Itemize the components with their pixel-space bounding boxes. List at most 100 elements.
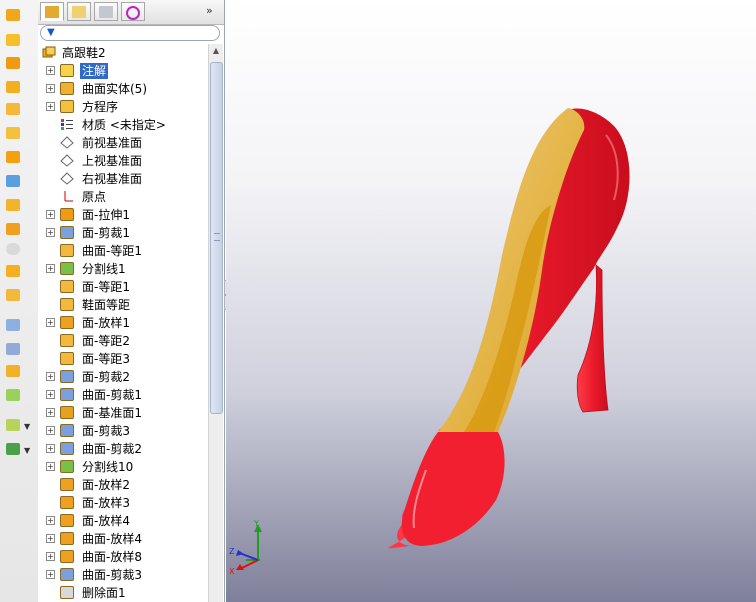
expand-toggle-icon[interactable]: + xyxy=(46,408,55,417)
expand-toggle-icon[interactable]: + xyxy=(46,318,55,327)
tree-item[interactable]: 鞋面等距 xyxy=(38,296,208,314)
expand-toggle-icon[interactable]: + xyxy=(46,516,55,525)
origin-icon xyxy=(60,190,74,203)
graphics-viewport[interactable]: Y Z X xyxy=(226,0,756,602)
expand-toggle-icon[interactable]: + xyxy=(46,552,55,561)
expand-toggle-icon[interactable]: + xyxy=(46,84,55,93)
shoe-toe xyxy=(401,430,505,546)
trim-surface-icon[interactable] xyxy=(3,316,23,334)
tree-item[interactable]: + 面-放样4 xyxy=(38,512,208,530)
expand-toggle-icon[interactable]: + xyxy=(46,66,55,75)
tree-item-label: 前视基准面 xyxy=(82,136,143,150)
tab-feature-manager[interactable] xyxy=(40,2,64,21)
tree-item[interactable]: 面-放样2 xyxy=(38,476,208,494)
tree-item-label: 曲面-剪裁2 xyxy=(82,442,142,456)
revolved-surface-icon[interactable] xyxy=(3,31,23,49)
surface-bodies-icon xyxy=(60,82,74,95)
feature-tree: 高跟鞋2 + 注解 + 曲面实体(5) + 方程序 材质 <未指定> 前视基准面 上视基准面 右视… xyxy=(38,44,208,602)
tree-item[interactable]: 面-放样3 xyxy=(38,494,208,512)
tree-item[interactable]: + 曲面-剪裁1 xyxy=(38,386,208,404)
tree-item[interactable]: 面-等距2 xyxy=(38,332,208,350)
tree-item[interactable]: + 分割线10 xyxy=(38,458,208,476)
tree-item[interactable]: + 曲面-剪裁3 xyxy=(38,566,208,584)
tree-item-label: 面-剪裁2 xyxy=(82,370,130,384)
scroll-up-icon[interactable]: ▲ xyxy=(210,46,222,58)
expand-toggle-icon[interactable]: + xyxy=(46,390,55,399)
tab-dimxpert-manager[interactable] xyxy=(121,2,145,21)
delete-face-icon[interactable] xyxy=(3,240,23,258)
property-icon xyxy=(72,6,86,18)
tree-item[interactable]: + 注解 xyxy=(38,62,208,80)
trim-surface-icon xyxy=(60,568,74,581)
extruded-surface-icon[interactable] xyxy=(3,6,23,24)
delete-face-icon xyxy=(60,586,74,599)
expand-toggle-icon[interactable]: + xyxy=(46,264,55,273)
coordinate-triad: Y Z X xyxy=(229,520,262,576)
expand-toggle-icon[interactable]: + xyxy=(46,210,55,219)
tree-item-label: 上视基准面 xyxy=(82,154,143,168)
tree-item[interactable]: + 面-放样1 xyxy=(38,314,208,332)
lofted-surface-icon[interactable] xyxy=(3,78,23,96)
fill-surface-icon[interactable] xyxy=(3,362,23,380)
tree-item[interactable]: 删除面1 xyxy=(38,584,208,602)
knit-surface-icon[interactable] xyxy=(3,262,23,280)
collapse-panel-icon[interactable]: » xyxy=(206,4,213,17)
split-line-icon[interactable] xyxy=(3,416,23,434)
chevron-down-icon[interactable]: ▼ xyxy=(24,422,30,431)
tree-item[interactable]: + 面-剪裁2 xyxy=(38,368,208,386)
tree-item[interactable]: + 面-剪裁3 xyxy=(38,422,208,440)
feature-manager-panel: » ▼ 高跟鞋2 + 注解 + 曲面实体(5) + 方程序 材质 <未指定> 前视基准面 上视基… xyxy=(38,0,225,602)
tree-item[interactable]: + 曲面-剪裁2 xyxy=(38,440,208,458)
expand-toggle-icon[interactable]: + xyxy=(46,462,55,471)
chevron-down-icon[interactable]: ▼ xyxy=(24,446,30,455)
untrim-surface-icon[interactable] xyxy=(3,340,23,358)
tree-item-label: 面-放样1 xyxy=(82,316,130,330)
scroll-thumb[interactable] xyxy=(210,62,223,414)
tree-item[interactable]: + 曲面-放样8 xyxy=(38,548,208,566)
tree-item-label: 材质 <未指定> xyxy=(82,118,166,132)
offset-surface-icon xyxy=(60,280,74,293)
tree-filter-input[interactable]: ▼ xyxy=(40,25,220,41)
replace-face-icon[interactable] xyxy=(3,386,23,404)
tree-scrollbar[interactable]: ▲ xyxy=(208,44,223,602)
swept-surface-icon[interactable] xyxy=(3,54,23,72)
tree-item[interactable]: 面-等距3 xyxy=(38,350,208,368)
tree-item[interactable]: 上视基准面 xyxy=(38,152,208,170)
tree-item[interactable]: + 面-拉伸1 xyxy=(38,206,208,224)
tree-item[interactable]: + 曲面实体(5) xyxy=(38,80,208,98)
tree-root[interactable]: 高跟鞋2 xyxy=(38,44,208,62)
planar-surface-icon[interactable] xyxy=(3,148,23,166)
tab-property-manager[interactable] xyxy=(67,2,91,21)
tree-item-label: 曲面-剪裁1 xyxy=(82,388,142,402)
boundary-surface-icon[interactable] xyxy=(3,100,23,118)
extend-surface-icon[interactable] xyxy=(3,220,23,238)
tree-item[interactable]: + 面-基准面1 xyxy=(38,404,208,422)
tree-item-label: 曲面-等距1 xyxy=(82,244,142,258)
offset-surface-icon[interactable] xyxy=(3,172,23,190)
annotations-icon xyxy=(60,64,74,77)
tree-item[interactable]: 前视基准面 xyxy=(38,134,208,152)
expand-toggle-icon[interactable]: + xyxy=(46,372,55,381)
tree-item-label: 方程序 xyxy=(82,100,119,114)
tab-configuration-manager[interactable] xyxy=(94,2,118,21)
tree-item[interactable]: + 分割线1 xyxy=(38,260,208,278)
tree-item[interactable]: + 面-剪裁1 xyxy=(38,224,208,242)
tree-item[interactable]: 材质 <未指定> xyxy=(38,116,208,134)
tree-item[interactable]: + 方程序 xyxy=(38,98,208,116)
tree-item[interactable]: 原点 xyxy=(38,188,208,206)
expand-toggle-icon[interactable]: + xyxy=(46,444,55,453)
crosshair-icon xyxy=(126,6,140,20)
expand-toggle-icon[interactable]: + xyxy=(46,426,55,435)
thicken-icon[interactable] xyxy=(3,286,23,304)
ruled-surface-icon[interactable] xyxy=(3,196,23,214)
expand-toggle-icon[interactable]: + xyxy=(46,534,55,543)
filled-surface-icon[interactable] xyxy=(3,124,23,142)
expand-toggle-icon[interactable]: + xyxy=(46,570,55,579)
expand-toggle-icon[interactable]: + xyxy=(46,228,55,237)
tree-item[interactable]: 面-等距1 xyxy=(38,278,208,296)
tree-item[interactable]: + 曲面-放样4 xyxy=(38,530,208,548)
tree-item[interactable]: 右视基准面 xyxy=(38,170,208,188)
expand-toggle-icon[interactable]: + xyxy=(46,102,55,111)
tree-item[interactable]: 曲面-等距1 xyxy=(38,242,208,260)
curves-icon[interactable] xyxy=(3,440,23,458)
